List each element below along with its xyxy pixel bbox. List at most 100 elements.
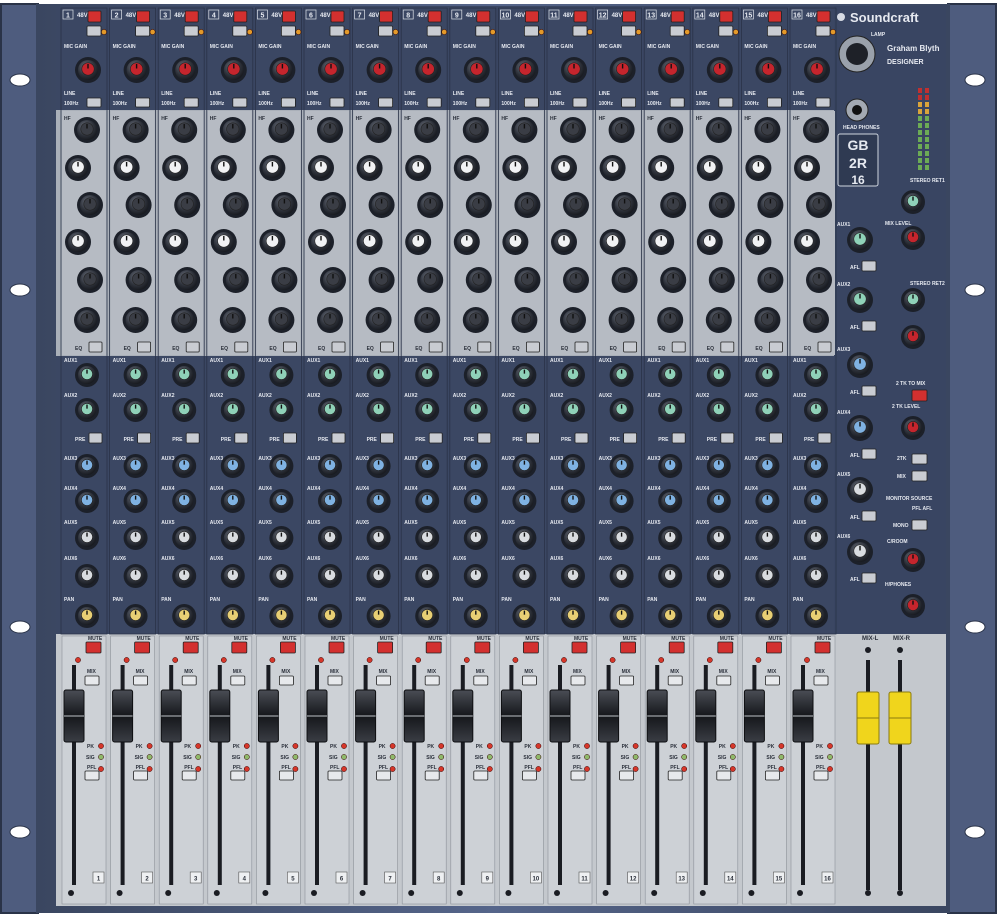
- phantom-button[interactable]: [573, 10, 588, 23]
- mix-button[interactable]: [765, 675, 780, 686]
- phase-button[interactable]: [183, 25, 199, 37]
- phantom-button[interactable]: [622, 10, 636, 23]
- mic-gain-knob[interactable]: [463, 57, 490, 83]
- tk-to-mix-button[interactable]: [911, 389, 928, 402]
- phase-button[interactable]: [815, 25, 831, 37]
- aux-master-knob-3[interactable]: [847, 352, 873, 378]
- aux4-knob[interactable]: [123, 489, 148, 513]
- eq-button[interactable]: [137, 341, 152, 353]
- lf-knob[interactable]: [657, 307, 684, 333]
- pan-knob[interactable]: [318, 604, 342, 628]
- mix-button[interactable]: [230, 675, 246, 686]
- lo-mid-freq-knob[interactable]: [599, 229, 626, 255]
- hpf-button[interactable]: [669, 97, 685, 108]
- lf-knob[interactable]: [803, 307, 829, 333]
- hi-mid-freq-knob[interactable]: [696, 155, 723, 181]
- lf-knob[interactable]: [74, 307, 100, 333]
- lo-mid-gain-knob[interactable]: [125, 267, 152, 293]
- mix-button[interactable]: [327, 675, 343, 686]
- aux6-knob[interactable]: [172, 564, 197, 588]
- mix-button[interactable]: [619, 675, 634, 686]
- phantom-button[interactable]: [136, 10, 151, 23]
- eq-button[interactable]: [817, 341, 832, 353]
- aux2-knob[interactable]: [172, 398, 197, 422]
- lo-mid-gain-knob[interactable]: [563, 267, 589, 293]
- pfl-button[interactable]: [230, 770, 246, 781]
- mic-gain-knob[interactable]: [172, 57, 199, 83]
- aux-master-knob-1[interactable]: [847, 227, 873, 253]
- hpf-button[interactable]: [135, 97, 151, 108]
- hi-mid-gain-knob[interactable]: [222, 192, 249, 218]
- aux4-knob[interactable]: [804, 489, 828, 513]
- aux12-pre-button[interactable]: [671, 432, 686, 444]
- lo-mid-gain-knob[interactable]: [417, 267, 444, 293]
- hi-mid-freq-knob[interactable]: [794, 155, 820, 181]
- aux1-knob[interactable]: [658, 363, 683, 387]
- lf-knob[interactable]: [219, 307, 246, 333]
- aux5-knob[interactable]: [561, 526, 585, 550]
- pfl-button[interactable]: [424, 770, 440, 781]
- hpf-button[interactable]: [232, 97, 248, 108]
- phantom-button[interactable]: [87, 10, 102, 23]
- aux12-pre-button[interactable]: [88, 432, 103, 444]
- eq-button[interactable]: [526, 341, 540, 353]
- pfl-button[interactable]: [765, 770, 780, 781]
- hi-mid-freq-knob[interactable]: [648, 155, 675, 181]
- eq-button[interactable]: [185, 341, 200, 353]
- aux2-knob[interactable]: [755, 398, 780, 422]
- pfl-button[interactable]: [813, 770, 829, 781]
- aux6-knob[interactable]: [658, 564, 683, 588]
- mic-gain-knob[interactable]: [804, 57, 830, 83]
- eq-button[interactable]: [234, 341, 249, 353]
- mic-gain-knob[interactable]: [366, 57, 393, 83]
- aux6-knob[interactable]: [415, 564, 440, 588]
- phase-button[interactable]: [621, 25, 636, 37]
- aux1-knob[interactable]: [706, 363, 731, 387]
- phantom-button[interactable]: [476, 10, 491, 23]
- eq-button[interactable]: [282, 341, 297, 353]
- aux2-knob[interactable]: [123, 398, 148, 422]
- hi-mid-gain-knob[interactable]: [320, 192, 346, 218]
- phase-button[interactable]: [426, 25, 442, 37]
- hi-mid-gain-knob[interactable]: [271, 192, 298, 218]
- lf-knob[interactable]: [268, 307, 295, 333]
- phantom-button[interactable]: [719, 10, 734, 23]
- aux6-knob[interactable]: [269, 564, 294, 588]
- aux4-knob[interactable]: [609, 489, 634, 513]
- mic-gain-knob[interactable]: [318, 57, 344, 83]
- mic-gain-knob[interactable]: [123, 57, 150, 83]
- hi-mid-gain-knob[interactable]: [757, 192, 784, 218]
- pan-knob[interactable]: [463, 604, 488, 628]
- lo-mid-gain-knob[interactable]: [465, 267, 492, 293]
- phase-button[interactable]: [232, 25, 248, 37]
- lo-mid-gain-knob[interactable]: [806, 267, 832, 293]
- hi-mid-freq-knob[interactable]: [551, 155, 577, 181]
- aux2-knob[interactable]: [658, 398, 683, 422]
- hi-mid-freq-knob[interactable]: [356, 155, 383, 181]
- hi-mid-freq-knob[interactable]: [65, 155, 91, 181]
- aux4-knob[interactable]: [561, 489, 585, 513]
- hi-mid-freq-knob[interactable]: [162, 155, 189, 181]
- lf-knob[interactable]: [171, 307, 198, 333]
- pfl-button[interactable]: [133, 770, 149, 781]
- aux3-knob[interactable]: [463, 454, 488, 478]
- phase-button[interactable]: [718, 25, 734, 37]
- phantom-button[interactable]: [427, 10, 442, 23]
- mute-button[interactable]: [279, 641, 296, 654]
- aux12-pre-button[interactable]: [137, 432, 152, 444]
- aux1-knob[interactable]: [561, 363, 585, 387]
- aux4-knob[interactable]: [75, 489, 99, 513]
- pan-knob[interactable]: [609, 604, 634, 628]
- aux4-knob[interactable]: [512, 489, 537, 513]
- hf-knob[interactable]: [560, 117, 586, 143]
- aux5-knob[interactable]: [804, 526, 828, 550]
- hi-mid-freq-knob[interactable]: [113, 155, 140, 181]
- aux3-knob[interactable]: [366, 454, 391, 478]
- pan-knob[interactable]: [269, 604, 294, 628]
- aux12-pre-button[interactable]: [428, 432, 443, 444]
- hpf-button[interactable]: [815, 97, 831, 108]
- hi-mid-gain-knob[interactable]: [417, 192, 444, 218]
- eq-button[interactable]: [720, 341, 735, 353]
- hpf-button[interactable]: [329, 97, 345, 108]
- mute-button[interactable]: [474, 641, 491, 654]
